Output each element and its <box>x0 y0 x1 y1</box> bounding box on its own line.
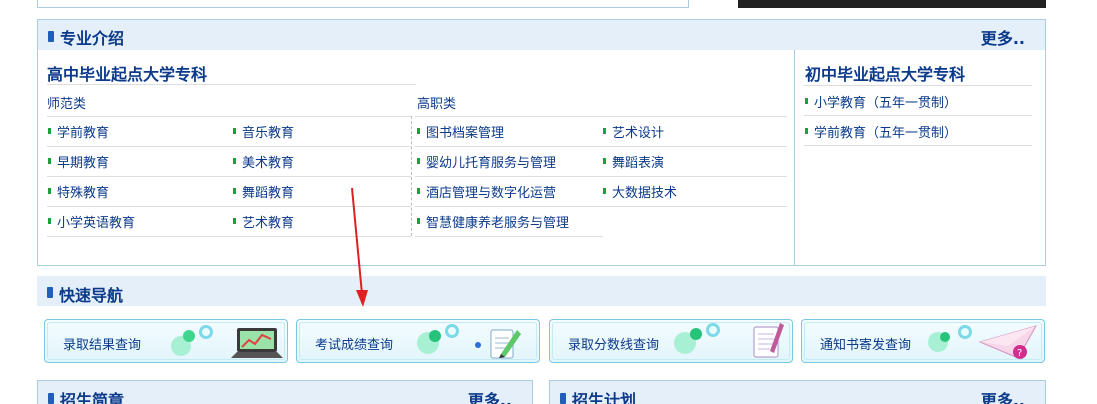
major-link[interactable]: 酒店管理与数字化运营 <box>417 183 556 201</box>
major-link[interactable]: 小学教育（五年一贯制） <box>805 93 957 111</box>
major-link[interactable]: 早期教育 <box>48 153 109 171</box>
bullet-icon <box>417 188 420 194</box>
major-link[interactable]: 学前教育（五年一贯制） <box>805 123 957 141</box>
row-line <box>47 116 411 117</box>
previous-panel-bottom <box>37 0 689 8</box>
major-link[interactable]: 艺术教育 <box>233 213 294 231</box>
row-line <box>415 236 603 237</box>
banner-image-bottom <box>738 0 1046 8</box>
row-line <box>804 145 1032 146</box>
admission-guide-title: 招生简章 <box>60 391 125 404</box>
major-link[interactable]: 美术教育 <box>233 153 294 171</box>
header-square-icon <box>560 393 566 404</box>
bullet-icon <box>417 128 420 134</box>
bullet-icon <box>233 218 236 224</box>
section-divider <box>794 50 795 266</box>
major-intro-title: 专业介绍 <box>60 29 125 48</box>
bullet-icon <box>603 158 606 164</box>
paper-plane-icon: ? <box>978 325 1038 359</box>
enrollment-plan-header: 招生计划 更多.. <box>549 380 1046 404</box>
row-line <box>47 146 411 147</box>
bullet-icon <box>417 218 420 224</box>
admission-guide-more-link[interactable]: 更多.. <box>468 387 512 404</box>
major-intro-panel: 专业介绍 更多.. 高中毕业起点大学专科 师范类 高职类 学前教育 早期教育 特… <box>37 19 1046 266</box>
junior-section-title: 初中毕业起点大学专科 <box>805 65 966 84</box>
admission-guide-header: 招生简章 更多.. <box>37 380 533 404</box>
red-arrow-annotation <box>351 187 368 307</box>
bullet-icon <box>233 128 236 134</box>
senior-title-underline <box>47 84 416 85</box>
bullet-icon <box>48 158 51 164</box>
bullet-icon <box>233 158 236 164</box>
enrollment-plan-title: 招生计划 <box>572 391 637 404</box>
exam-score-button[interactable]: 考试成绩查询 <box>296 319 540 363</box>
major-link[interactable]: 婴幼儿托育服务与管理 <box>417 153 556 171</box>
quick-nav-header: 快速导航 <box>37 276 1046 306</box>
category-dashed-divider <box>411 116 412 236</box>
admission-result-button[interactable]: 录取结果查询 <box>44 319 288 363</box>
major-link[interactable]: 艺术设计 <box>603 123 664 141</box>
normal-category-label: 师范类 <box>47 97 87 112</box>
major-intro-header: 专业介绍 更多.. <box>38 20 1045 50</box>
row-line <box>415 146 787 147</box>
junior-title-underline <box>804 85 1032 86</box>
vocational-category-label: 高职类 <box>417 97 457 112</box>
bullet-icon <box>805 128 808 134</box>
senior-section-title: 高中毕业起点大学专科 <box>47 65 208 84</box>
bullet-icon <box>805 98 808 104</box>
major-link[interactable]: 学前教育 <box>48 123 109 141</box>
header-square-icon <box>48 31 54 42</box>
major-link[interactable]: 音乐教育 <box>233 123 294 141</box>
notebook-icon <box>753 323 784 358</box>
header-square-icon <box>47 287 53 298</box>
header-square-icon <box>48 393 54 404</box>
row-line <box>804 115 1032 116</box>
major-link[interactable]: 大数据技术 <box>603 183 677 201</box>
major-link[interactable]: 舞蹈表演 <box>603 153 664 171</box>
admission-score-line-button[interactable]: 录取分数线查询 <box>549 319 793 363</box>
major-link[interactable]: 智慧健康养老服务与管理 <box>417 213 569 231</box>
major-link[interactable]: 舞蹈教育 <box>233 183 294 201</box>
row-line <box>47 176 411 177</box>
row-line <box>415 206 787 207</box>
bullet-icon <box>48 218 51 224</box>
quick-nav-title: 快速导航 <box>59 286 124 305</box>
row-line <box>415 176 787 177</box>
bullet-icon <box>48 128 51 134</box>
laptop-icon <box>231 328 283 358</box>
major-link[interactable]: 特殊教育 <box>48 183 109 201</box>
major-intro-more-link[interactable]: 更多.. <box>981 25 1025 49</box>
bullet-icon <box>603 188 606 194</box>
bullet-icon <box>233 188 236 194</box>
notice-mailing-button[interactable]: 通知书寄发查询 ? <box>801 319 1045 363</box>
bullet-icon <box>603 128 606 134</box>
major-link[interactable]: 图书档案管理 <box>417 123 504 141</box>
bullet-icon <box>48 188 51 194</box>
row-line <box>415 116 787 117</box>
enrollment-plan-more-link[interactable]: 更多.. <box>981 387 1025 404</box>
pen-paper-icon <box>490 329 521 359</box>
svg-text:?: ? <box>1017 348 1022 359</box>
major-link[interactable]: 小学英语教育 <box>48 213 135 231</box>
bullet-icon <box>417 158 420 164</box>
